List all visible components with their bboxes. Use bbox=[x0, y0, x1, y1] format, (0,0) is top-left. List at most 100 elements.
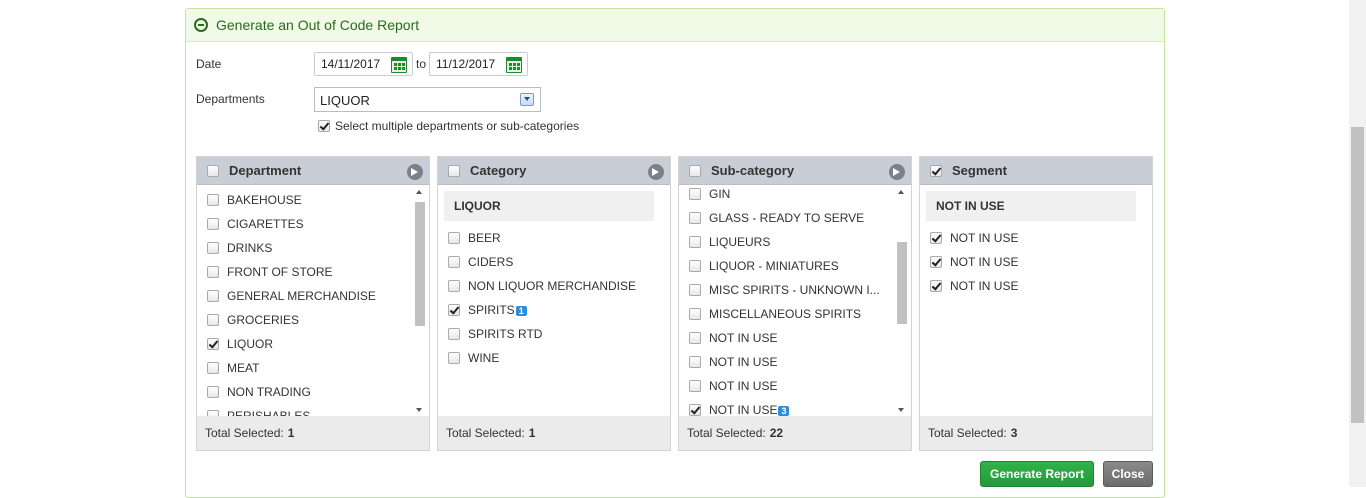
scroll-down-icon[interactable] bbox=[416, 408, 422, 412]
total-value: 3 bbox=[1010, 426, 1018, 440]
list-item[interactable]: NOT IN USE bbox=[930, 279, 1018, 293]
item-label: GLASS - READY TO SERVE bbox=[709, 211, 865, 225]
item-checkbox[interactable] bbox=[689, 308, 701, 320]
item-label: MEAT bbox=[227, 361, 260, 375]
item-checkbox[interactable] bbox=[207, 314, 219, 326]
list-item[interactable]: GROCERIES bbox=[207, 313, 299, 327]
department-scrollbar[interactable] bbox=[413, 188, 427, 414]
segment-select-all-checkbox[interactable] bbox=[930, 164, 942, 177]
scroll-down-icon[interactable] bbox=[898, 408, 904, 412]
item-checkbox[interactable] bbox=[448, 352, 460, 364]
item-label: NOT IN USE bbox=[709, 331, 778, 345]
list-item[interactable]: NOT IN USE bbox=[930, 255, 1018, 269]
list-item[interactable]: GENERAL MERCHANDISE bbox=[207, 289, 376, 303]
list-item[interactable]: NON LIQUOR MERCHANDISE bbox=[448, 279, 636, 293]
panel-header[interactable]: Generate an Out of Code Report bbox=[186, 9, 1164, 42]
chevron-down-icon[interactable] bbox=[520, 93, 534, 106]
list-item[interactable]: MEAT bbox=[207, 361, 259, 375]
list-item[interactable]: WINE bbox=[448, 351, 499, 365]
list-item[interactable]: NOT IN USE bbox=[689, 331, 777, 345]
list-item[interactable]: LIQUEURS bbox=[689, 235, 770, 249]
item-label: NON LIQUOR MERCHANDISE bbox=[468, 279, 637, 293]
item-checkbox[interactable] bbox=[930, 232, 942, 244]
scroll-thumb[interactable] bbox=[897, 242, 907, 324]
list-item[interactable]: CIDERS bbox=[448, 255, 513, 269]
item-label: LIQUEURS bbox=[709, 235, 771, 249]
generate-report-button[interactable]: Generate Report bbox=[980, 461, 1094, 487]
list-item[interactable]: BEER bbox=[448, 231, 501, 245]
calendar-icon[interactable] bbox=[391, 57, 407, 73]
list-item[interactable]: LIQUOR bbox=[207, 337, 273, 351]
list-item[interactable]: MISCELLANEOUS SPIRITS bbox=[689, 307, 861, 321]
item-checkbox[interactable] bbox=[689, 380, 701, 392]
department-box: Department BAKEHOUSE CIGARETTES DRINKS F… bbox=[196, 156, 430, 451]
close-button[interactable]: Close bbox=[1103, 461, 1153, 487]
list-item[interactable]: GLASS - READY TO SERVE bbox=[689, 211, 864, 225]
list-item[interactable]: NOT IN USE bbox=[689, 355, 777, 369]
item-checkbox[interactable] bbox=[689, 284, 701, 296]
item-label: BAKEHOUSE bbox=[227, 193, 302, 207]
departments-select[interactable]: LIQUOR bbox=[314, 87, 541, 112]
scroll-thumb[interactable] bbox=[415, 202, 425, 326]
department-select-all-checkbox[interactable] bbox=[207, 164, 219, 177]
item-label: NOT IN USE bbox=[950, 255, 1019, 269]
item-checkbox[interactable] bbox=[448, 256, 460, 268]
list-item[interactable]: SPIRITS RTD bbox=[448, 327, 542, 341]
page-scrollbar[interactable] bbox=[1349, 0, 1366, 487]
multi-select-option[interactable]: Select multiple departments or sub-categ… bbox=[318, 119, 579, 133]
item-checkbox[interactable] bbox=[207, 290, 219, 302]
item-checkbox[interactable] bbox=[689, 404, 701, 416]
segment-header: Segment bbox=[920, 157, 1152, 185]
category-select-all-checkbox[interactable] bbox=[448, 164, 460, 177]
item-checkbox[interactable] bbox=[207, 266, 219, 278]
subcategory-list: GIN GLASS - READY TO SERVE LIQUEURS LIQU… bbox=[679, 186, 911, 418]
item-checkbox[interactable] bbox=[207, 338, 219, 350]
item-label: SPIRITS bbox=[468, 303, 515, 317]
scroll-up-icon[interactable] bbox=[416, 190, 422, 194]
item-checkbox[interactable] bbox=[689, 188, 701, 200]
item-checkbox[interactable] bbox=[448, 304, 460, 316]
list-item[interactable]: NOT IN USE bbox=[930, 231, 1018, 245]
item-checkbox[interactable] bbox=[207, 218, 219, 230]
category-title: Category bbox=[470, 163, 527, 178]
item-checkbox[interactable] bbox=[689, 356, 701, 368]
collapse-icon[interactable] bbox=[194, 18, 208, 32]
list-item[interactable]: MISC SPIRITS - UNKNOWN I... bbox=[689, 283, 880, 297]
date-to-input[interactable]: 11/12/2017 bbox=[429, 52, 528, 76]
item-checkbox[interactable] bbox=[689, 212, 701, 224]
item-checkbox[interactable] bbox=[448, 328, 460, 340]
item-checkbox[interactable] bbox=[689, 332, 701, 344]
list-item[interactable]: DRINKS bbox=[207, 241, 272, 255]
list-item[interactable]: FRONT OF STORE bbox=[207, 265, 333, 279]
multi-select-checkbox[interactable] bbox=[318, 120, 330, 132]
list-item[interactable]: BAKEHOUSE bbox=[207, 193, 302, 207]
list-item[interactable]: CIGARETTES bbox=[207, 217, 304, 231]
scroll-up-icon[interactable] bbox=[898, 190, 904, 194]
calendar-icon[interactable] bbox=[506, 57, 522, 73]
item-checkbox[interactable] bbox=[689, 260, 701, 272]
subcategory-title: Sub-category bbox=[711, 163, 795, 178]
item-checkbox[interactable] bbox=[689, 236, 701, 248]
item-checkbox[interactable] bbox=[207, 386, 219, 398]
item-label: LIQUOR bbox=[227, 337, 274, 351]
subcategory-scrollbar[interactable] bbox=[895, 188, 909, 414]
item-checkbox[interactable] bbox=[448, 232, 460, 244]
item-checkbox[interactable] bbox=[207, 242, 219, 254]
arrow-right-icon[interactable] bbox=[889, 164, 905, 180]
item-checkbox[interactable] bbox=[448, 280, 460, 292]
list-item[interactable]: LIQUOR - MINIATURES bbox=[689, 259, 839, 273]
item-checkbox[interactable] bbox=[930, 256, 942, 268]
subcategory-select-all-checkbox[interactable] bbox=[689, 164, 701, 177]
list-item[interactable]: NOT IN USE bbox=[689, 379, 777, 393]
list-item[interactable]: SPIRITS 1 bbox=[448, 303, 527, 317]
item-checkbox[interactable] bbox=[207, 362, 219, 374]
item-checkbox[interactable] bbox=[207, 194, 219, 206]
list-item[interactable]: NON TRADING bbox=[207, 385, 311, 399]
page-scroll-thumb[interactable] bbox=[1351, 127, 1364, 423]
list-item[interactable]: GIN bbox=[689, 187, 730, 201]
arrow-right-icon[interactable] bbox=[648, 164, 664, 180]
arrow-right-icon[interactable] bbox=[407, 164, 423, 180]
list-item[interactable]: NOT IN USE 3 bbox=[689, 403, 790, 417]
date-from-input[interactable]: 14/11/2017 bbox=[314, 52, 413, 76]
item-checkbox[interactable] bbox=[930, 280, 942, 292]
